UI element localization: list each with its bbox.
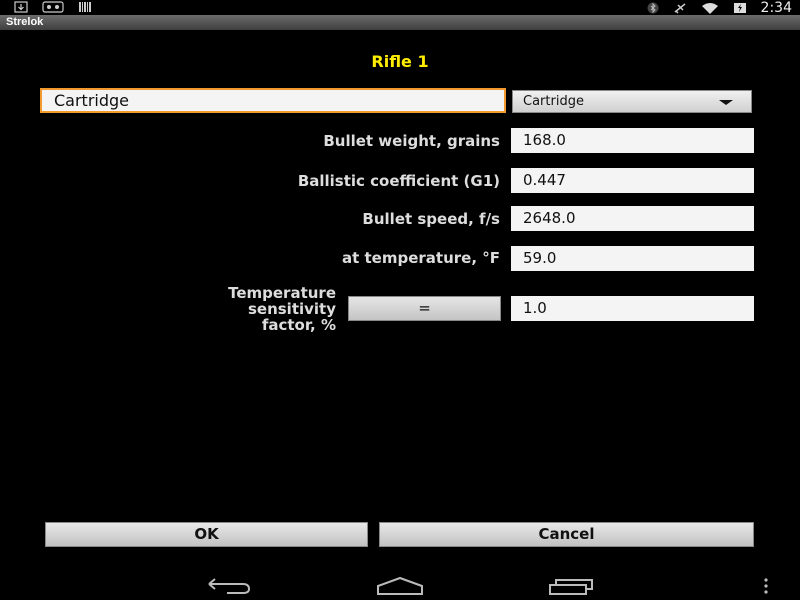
temperature-label: at temperature, °F: [341, 249, 500, 267]
rifle-heading: Rifle 1: [371, 52, 429, 71]
cartridge-dropdown-value: Cartridge: [523, 94, 584, 109]
temperature-input[interactable]: 59.0: [511, 246, 754, 271]
bullet-speed-label: Bullet speed, f/s: [362, 210, 500, 228]
clock: 2:34: [760, 0, 792, 16]
cartridge-dropdown[interactable]: Cartridge: [512, 90, 752, 113]
calculate-sensitivity-button[interactable]: =: [348, 296, 501, 321]
ballistic-coefficient-input[interactable]: 0.447: [511, 168, 754, 193]
temperature-sensitivity-label-line2: sensitivity: [247, 300, 336, 318]
recent-apps-icon[interactable]: [548, 576, 596, 600]
cancel-button[interactable]: Cancel: [379, 522, 754, 547]
temperature-sensitivity-input[interactable]: 1.0: [511, 296, 754, 321]
wifi-icon: [701, 2, 719, 14]
home-icon[interactable]: [376, 576, 424, 600]
airplane-icon: [673, 2, 687, 14]
dropdown-arrow-icon: [719, 100, 733, 105]
download-icon: [14, 1, 28, 13]
cartridge-name-input[interactable]: Cartridge: [40, 88, 506, 113]
app-title: Strelok: [6, 16, 44, 28]
bullet-weight-label: Bullet weight, grains: [323, 132, 500, 150]
back-icon[interactable]: [205, 576, 253, 600]
app-title-bar: Strelok: [0, 15, 800, 30]
temperature-sensitivity-label: Temperature sensitivity factor, %: [150, 285, 336, 333]
ballistic-coefficient-label: Ballistic coefficient (G1): [297, 172, 500, 190]
bluetooth-icon: [647, 2, 659, 14]
barcode-icon: [78, 1, 92, 13]
ok-button[interactable]: OK: [45, 522, 368, 547]
system-status: 2:34: [647, 0, 792, 16]
notification-icons: [14, 1, 92, 13]
bullet-speed-input[interactable]: 2648.0: [511, 206, 754, 231]
menu-icon[interactable]: [762, 578, 770, 598]
temperature-sensitivity-label-line1: Temperature: [228, 284, 336, 302]
battery-icon: [733, 2, 747, 14]
status-bar: 2:34: [0, 0, 800, 16]
cat-icon: [42, 1, 64, 13]
bullet-weight-input[interactable]: 168.0: [511, 128, 754, 153]
navigation-bar: [0, 570, 800, 600]
temperature-sensitivity-label-line3: factor, %: [261, 316, 336, 334]
